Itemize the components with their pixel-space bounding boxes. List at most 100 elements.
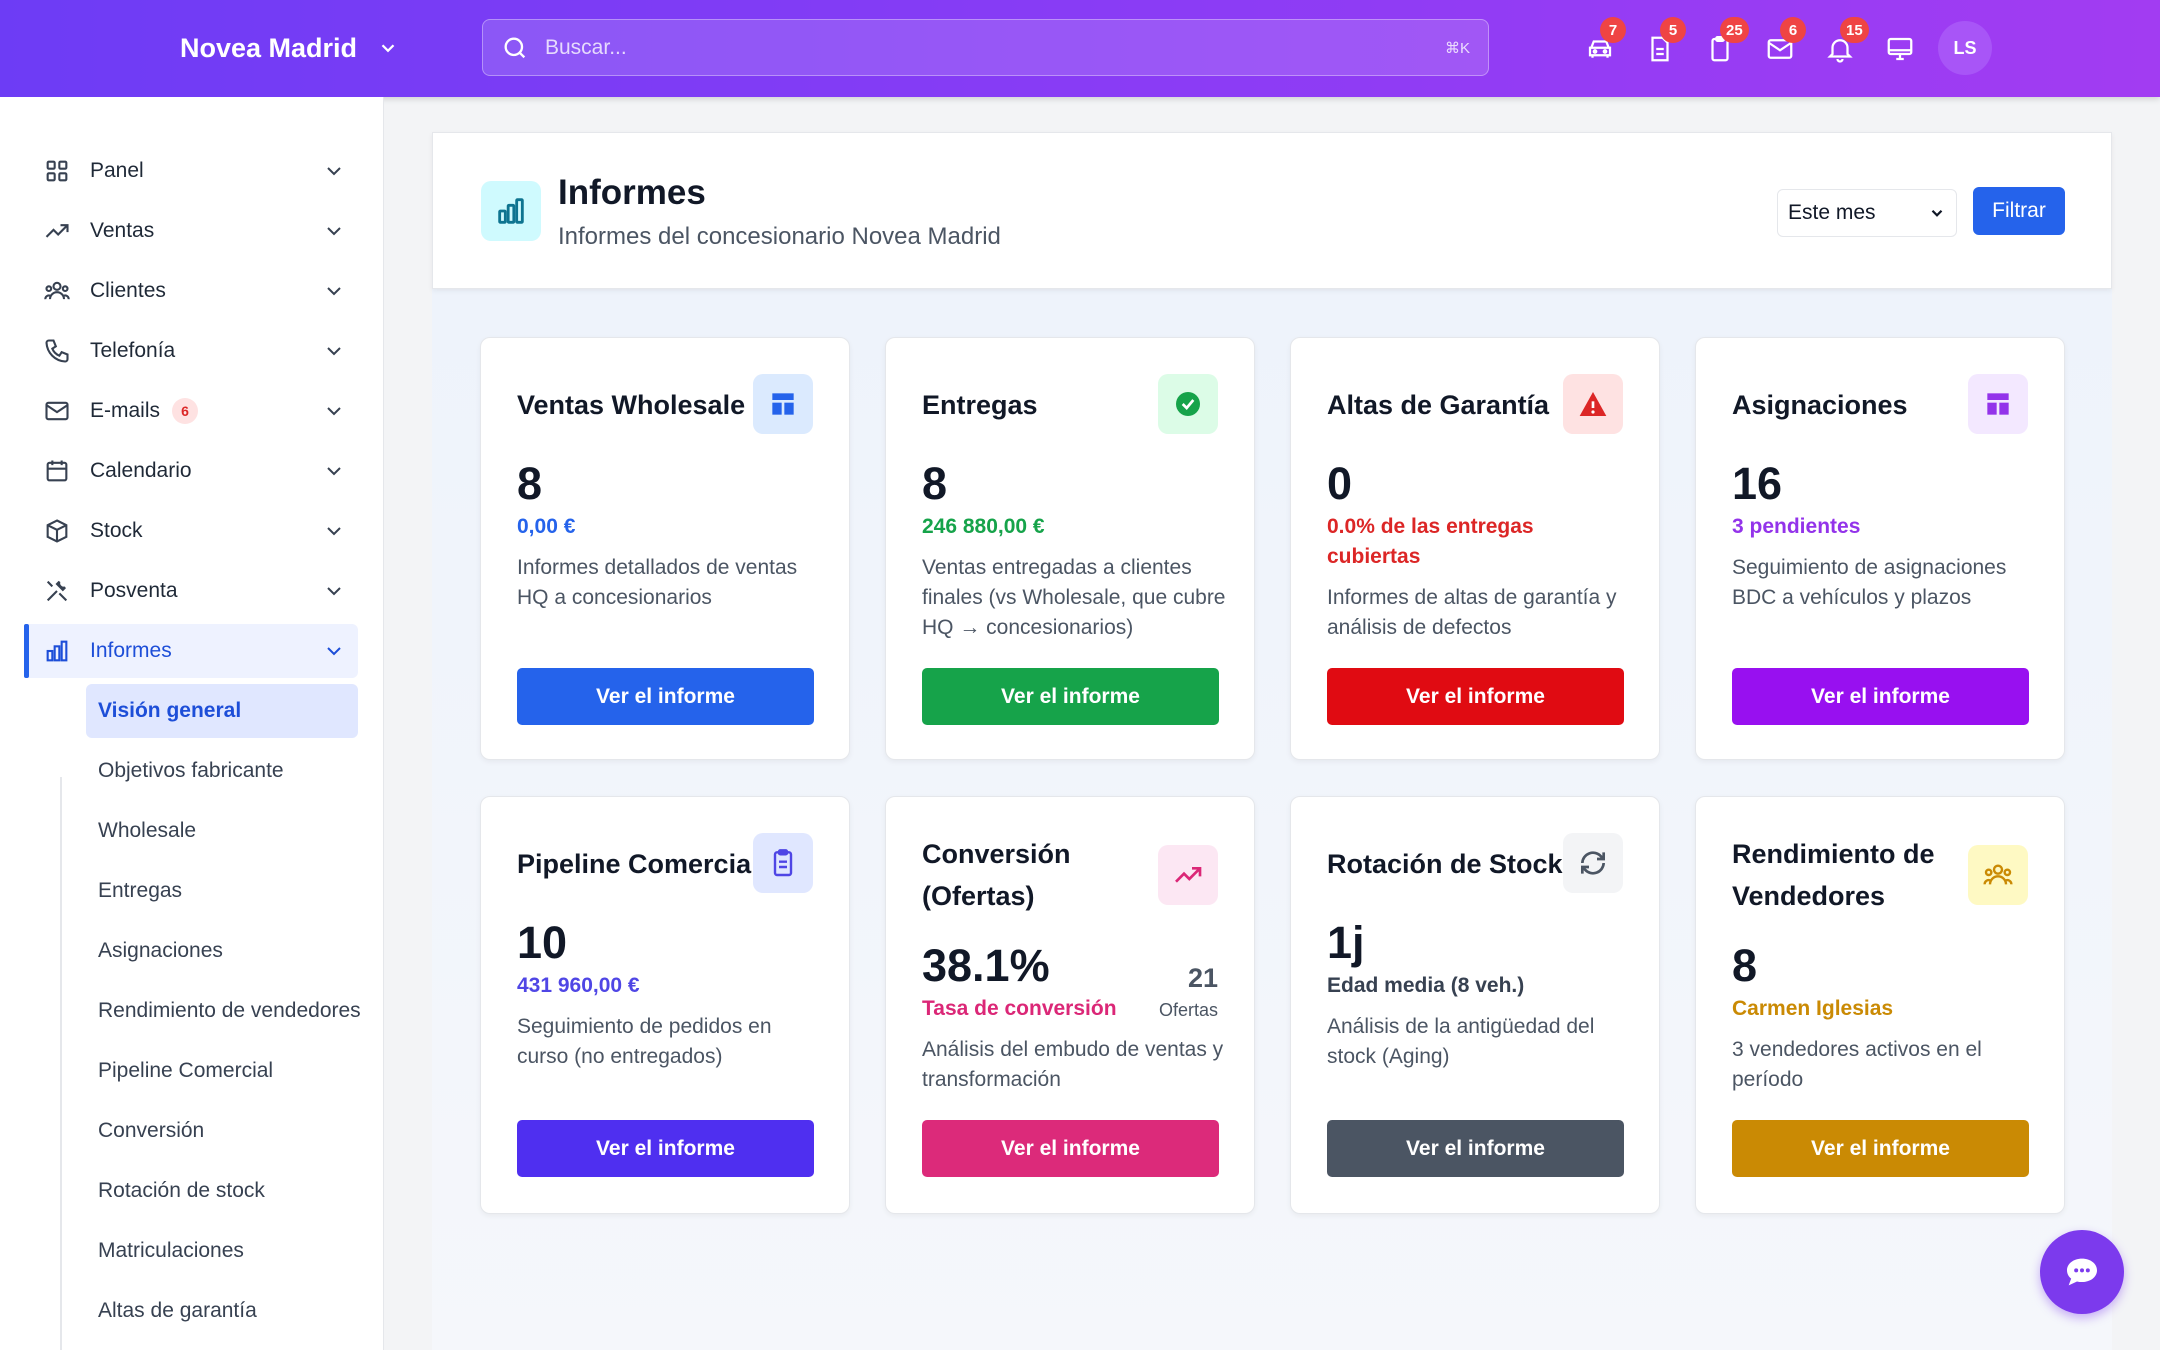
sidebar-subitem-entregas[interactable]: Entregas — [86, 864, 358, 918]
tools-icon — [46, 580, 68, 602]
sidebar-item-stock[interactable]: Stock — [24, 504, 358, 558]
view-report-button[interactable]: Ver el informe — [922, 668, 1219, 725]
report-card-rotacion: Rotación de Stock 1j Edad media (8 veh.)… — [1290, 796, 1660, 1214]
report-card-vendedores: Rendimiento de Vendedores 8 Carmen Igles… — [1695, 796, 2065, 1214]
card-description: Análisis de la antigüedad del stock (Agi… — [1327, 1015, 1595, 1068]
card-icon-tile — [1563, 374, 1623, 434]
card-value: 8 — [517, 458, 543, 509]
sidebar-subitem-pipeline[interactable]: Pipeline Comercial — [86, 1044, 358, 1098]
sidebar-item-label: Informes — [90, 639, 172, 662]
sidebar-item-calendario[interactable]: Calendario — [24, 444, 358, 498]
grid-icon — [46, 160, 68, 182]
sidebar-item-label: Ventas — [90, 219, 155, 242]
card-value: 8 — [922, 458, 948, 509]
card-value: 16 — [1732, 458, 1783, 509]
document-icon-button[interactable]: 5 — [1630, 17, 1690, 76]
card-title: Asignaciones — [1732, 390, 1908, 420]
clipboard-list-icon — [773, 849, 793, 877]
phone-icon — [45, 339, 69, 363]
card-description: Seguimiento de pedidos en curso (no entr… — [517, 1015, 772, 1068]
card-description: Informes de altas de garantía y análisis… — [1327, 586, 1617, 639]
filter-button[interactable]: Filtrar — [1973, 187, 2065, 235]
layout-icon — [1987, 393, 2009, 415]
chat-button[interactable] — [2040, 1230, 2124, 1314]
view-report-button[interactable]: Ver el informe — [1732, 1120, 2029, 1177]
card-icon-tile — [1968, 845, 2028, 905]
sidebar-item-clientes[interactable]: Clientes — [24, 264, 358, 318]
sidebar-subitem-conversion[interactable]: Conversión — [86, 1104, 358, 1158]
sidebar-item-posventa[interactable]: Posventa — [24, 564, 358, 618]
offers-label: Ofertas — [1158, 1000, 1218, 1020]
sidebar-item-informes[interactable]: Informes — [24, 624, 358, 678]
view-report-button[interactable]: Ver el informe — [1327, 1120, 1624, 1177]
card-value: 0 — [1327, 458, 1353, 509]
report-card-garantia: Altas de Garantía 0 0.0% de las entregas… — [1290, 337, 1660, 760]
search-box[interactable]: ⌘K — [482, 19, 1489, 76]
sidebar-item-label: Stock — [90, 519, 143, 542]
users-icon — [44, 281, 70, 300]
layout-icon — [772, 393, 794, 415]
mail-icon — [45, 401, 69, 421]
sidebar-subitem-rendimiento[interactable]: Rendimiento de vendedores — [86, 984, 361, 1038]
view-report-button[interactable]: Ver el informe — [1732, 668, 2029, 725]
check-circle-icon — [1176, 392, 1200, 416]
clipboard-icon-button[interactable]: 25 — [1690, 17, 1750, 76]
notification-badge: 15 — [1840, 17, 1869, 43]
sidebar-subitem-rotacion[interactable]: Rotación de stock — [86, 1164, 358, 1218]
card-subvalue: 431 960,00 € — [517, 974, 640, 997]
card-title: Ventas Wholesale — [517, 390, 746, 420]
monitor-icon — [1887, 37, 1913, 61]
search-icon — [504, 37, 526, 58]
mail-icon-button[interactable]: 6 — [1750, 17, 1810, 76]
calendar-icon — [46, 460, 68, 482]
sidebar-item-panel[interactable]: Panel — [24, 144, 358, 198]
search-input[interactable] — [545, 35, 1445, 60]
sidebar-item-label: Calendario — [90, 459, 192, 482]
box-icon — [46, 519, 68, 543]
view-report-button[interactable]: Ver el informe — [517, 1120, 814, 1177]
sidebar-subitem-matriculaciones[interactable]: Matriculaciones — [86, 1224, 358, 1278]
period-select[interactable]: Este mes — [1777, 189, 1957, 237]
page-header: Informes Informes del concesionario Nove… — [432, 132, 2112, 289]
sidebar-item-emails[interactable]: E-mails 6 — [24, 384, 358, 438]
top-bar: Novea Madrid ⌘K 7 5 25 6 15 LS — [0, 0, 2160, 97]
card-title: Conversión (Ofertas) — [922, 839, 1071, 911]
user-avatar[interactable]: LS — [1938, 21, 1992, 75]
sidebar-item-ventas[interactable]: Ventas — [24, 204, 358, 258]
brand-selector[interactable]: Novea Madrid — [180, 27, 399, 69]
chevron-down-icon — [327, 167, 341, 176]
sidebar-item-telefonia[interactable]: Telefonía — [24, 324, 358, 378]
card-description: Seguimiento de asignaciones BDC a vehícu… — [1732, 556, 2007, 609]
card-icon-tile — [1158, 845, 1218, 905]
card-title: Rotación de Stock — [1327, 849, 1563, 879]
card-icon-tile — [753, 833, 813, 893]
chevron-down-icon — [327, 527, 341, 536]
bar-chart-icon — [46, 640, 68, 662]
report-card-wholesale: Ventas Wholesale 8 0,00 € Informes detal… — [480, 337, 850, 760]
notification-badge: 5 — [1660, 17, 1686, 43]
header-icon-tile — [481, 181, 541, 241]
view-report-button[interactable]: Ver el informe — [922, 1120, 1219, 1177]
users-icon — [1983, 864, 2013, 885]
view-report-button[interactable]: Ver el informe — [1327, 668, 1624, 725]
sidebar-subitem-asignaciones[interactable]: Asignaciones — [86, 924, 358, 978]
count-badge: 6 — [172, 398, 199, 424]
card-icon-tile — [753, 374, 813, 434]
report-card-conversion: Conversión (Ofertas) 38.1% Tasa de conve… — [885, 796, 1255, 1214]
chevron-down-icon — [327, 227, 341, 236]
monitor-icon-button[interactable] — [1870, 22, 1930, 76]
card-subvalue: 0.0% de las entregas cubiertas — [1327, 515, 1534, 568]
sidebar-subitem-altas-garantia[interactable]: Altas de garantía — [86, 1284, 358, 1338]
view-report-button[interactable]: Ver el informe — [517, 668, 814, 725]
bell-icon-button[interactable]: 15 — [1810, 17, 1870, 76]
sidebar-subitem-objetivos[interactable]: Objetivos fabricante — [86, 744, 358, 798]
notification-badge: 7 — [1600, 17, 1626, 43]
card-subvalue: 246 880,00 € — [922, 515, 1045, 538]
sidebar-subitem-wholesale[interactable]: Wholesale — [86, 804, 358, 858]
card-subvalue: 0,00 € — [517, 515, 576, 538]
page-title: Informes — [558, 173, 706, 212]
report-card-asignaciones: Asignaciones 16 3 pendientes Seguimiento… — [1695, 337, 2065, 760]
sidebar-subitem-vision-general[interactable]: Visión general — [86, 684, 358, 738]
car-icon-button[interactable]: 7 — [1570, 17, 1630, 76]
chevron-down-icon — [327, 647, 341, 656]
